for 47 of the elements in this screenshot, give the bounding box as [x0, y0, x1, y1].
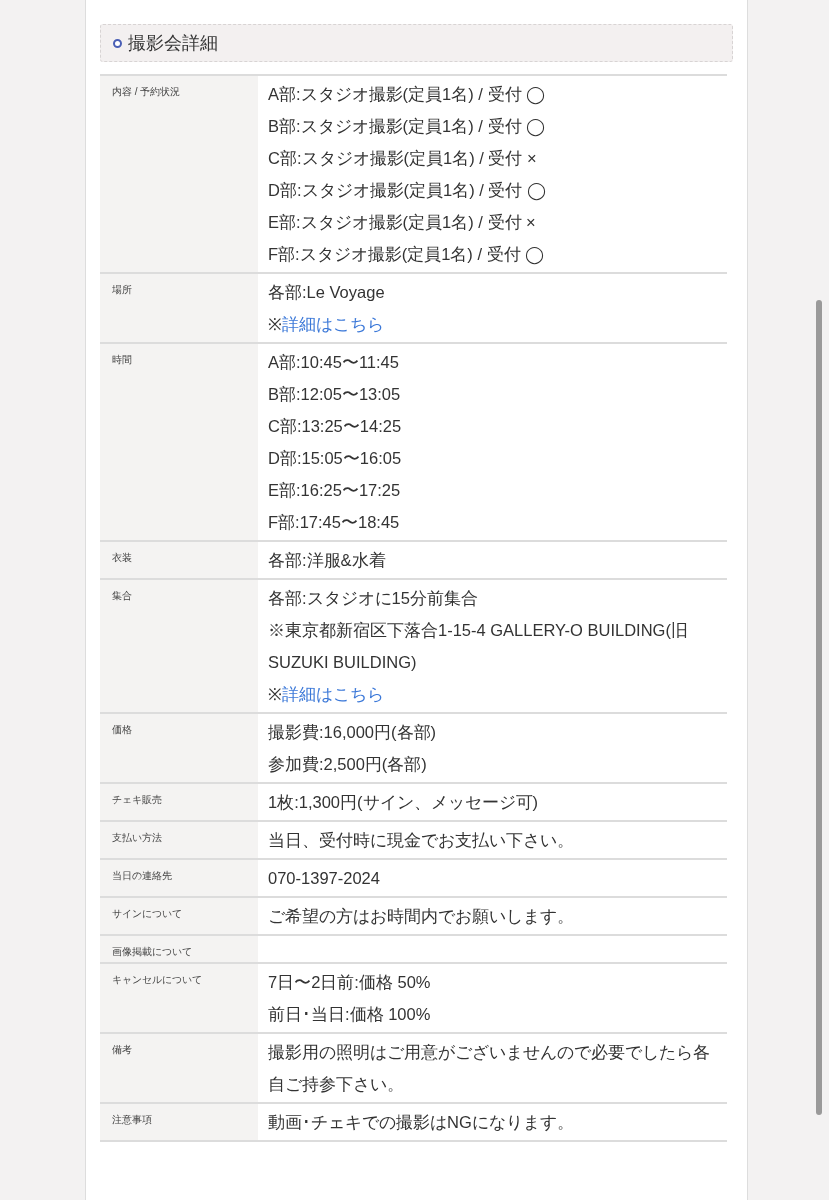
row-label: サインについて	[100, 898, 258, 934]
row-label: チェキ販売	[100, 784, 258, 820]
scrollbar-thumb[interactable]	[816, 300, 822, 1115]
value-text: 7日〜2日前:価格 50%	[268, 972, 432, 993]
row-label: 価格	[100, 714, 258, 782]
value-text: 撮影費:16,000円(各部)	[268, 722, 438, 743]
value-text: 参加費:2,500円(各部)	[268, 754, 428, 775]
row-label: キャンセルについて	[100, 964, 258, 1032]
row-label: 衣装	[100, 542, 258, 578]
value-text: 各部:洋服&水着	[268, 550, 387, 571]
value-text: F部:スタジオ撮影(定員1名) / 受付 ◯	[268, 244, 546, 267]
value-text: 1枚:1,300円(サイン、メッセージ可)	[268, 792, 540, 813]
value-text: 各部:Le Voyage	[268, 282, 386, 303]
value-text: B部:12:05〜13:05	[268, 384, 402, 405]
value-text: A部:スタジオ撮影(定員1名) / 受付 ◯	[268, 84, 547, 107]
row-label: 画像掲載について	[100, 936, 258, 962]
row-label: 時間	[100, 344, 258, 540]
details-link[interactable]: 詳細はこちら	[282, 678, 384, 710]
row-label: 注意事項	[100, 1104, 258, 1140]
value-text: 撮影用の照明はご用意がございませんので必要でしたら各自ご持参下さい。	[268, 1042, 711, 1095]
row-label: 備考	[100, 1034, 258, 1102]
value-text: 070-1397-2024	[268, 868, 381, 889]
value-text: A部:10:45〜11:45	[268, 352, 400, 373]
value-text: ご希望の方はお時間内でお願いします。	[268, 906, 575, 927]
value-text: 当日、受付時に現金でお支払い下さい。	[268, 830, 575, 851]
value-text: C部:スタジオ撮影(定員1名) / 受付 ×	[268, 148, 538, 169]
reference-mark: ※	[268, 684, 282, 705]
row-label: 集合	[100, 580, 258, 712]
value-text: D部:スタジオ撮影(定員1名) / 受付 ◯	[268, 180, 547, 203]
row-label: 当日の連絡先	[100, 860, 258, 896]
row-label: 場所	[100, 274, 258, 342]
value-text: E部:スタジオ撮影(定員1名) / 受付 ×	[268, 212, 537, 233]
value-text: 動画･チェキでの撮影はNGになります。	[268, 1112, 575, 1133]
row-label: 支払い方法	[100, 822, 258, 858]
row-label: 内容 / 予約状況	[100, 76, 258, 272]
value-text: B部:スタジオ撮影(定員1名) / 受付 ◯	[268, 116, 547, 139]
value-text: ※東京都新宿区下落合1-15-4 GALLERY-O BUILDING(旧SUZUKI BUILDING)	[268, 620, 689, 673]
value-text: F部:17:45〜18:45	[268, 512, 401, 533]
value-text: E部:16:25〜17:25	[268, 480, 402, 501]
value-text: 前日･当日:価格 100%	[268, 1004, 432, 1025]
section-title: 撮影会詳細	[128, 31, 218, 55]
bullet-icon	[113, 38, 122, 48]
reference-mark: ※	[268, 314, 282, 335]
details-link[interactable]: 詳細はこちら	[282, 308, 384, 340]
value-text: D部:15:05〜16:05	[268, 448, 403, 469]
value-text: 各部:スタジオに15分前集合	[268, 588, 479, 609]
value-text: C部:13:25〜14:25	[268, 416, 403, 437]
